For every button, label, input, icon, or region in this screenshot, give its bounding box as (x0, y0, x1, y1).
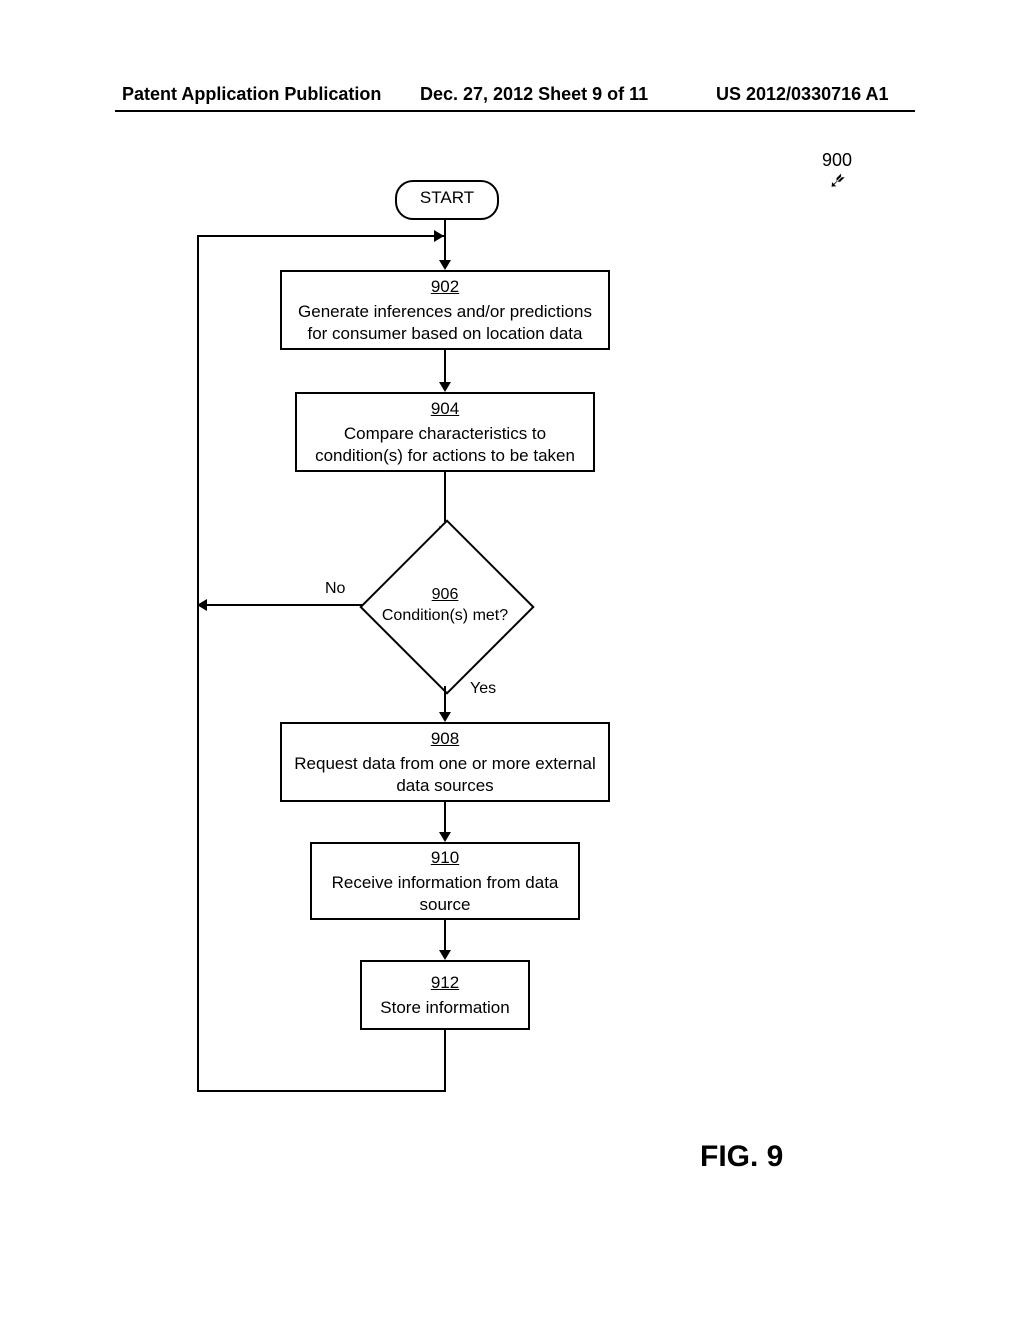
patent-figure-page: Patent Application Publication Dec. 27, … (0, 0, 1024, 1320)
header-publication: Patent Application Publication (122, 84, 381, 105)
step-text: Condition(s) met? (382, 606, 508, 625)
decision-label-no: No (325, 580, 345, 598)
connector (444, 218, 446, 262)
step-text: Store information (380, 997, 509, 1018)
flow-step-908: 908 Request data from one or more extern… (280, 722, 610, 802)
arrow-down-icon (439, 382, 451, 392)
header-date-sheet: Dec. 27, 2012 Sheet 9 of 11 (420, 84, 648, 105)
figure-label: FIG. 9 (700, 1140, 783, 1174)
header-rule (115, 110, 915, 112)
flow-step-902: 902 Generate inferences and/or predictio… (280, 270, 610, 350)
connector (197, 1090, 446, 1092)
decision-label-yes: Yes (470, 680, 496, 698)
connector (444, 686, 446, 714)
arrow-down-icon (439, 260, 451, 270)
step-number: 910 (431, 847, 459, 868)
arrow-down-icon (439, 950, 451, 960)
step-text: Generate inferences and/or predictions f… (288, 301, 602, 344)
flow-step-912: 912 Store information (360, 960, 530, 1030)
connector (197, 604, 199, 1092)
connector (197, 235, 199, 604)
flow-step-910: 910 Receive information from data source (310, 842, 580, 920)
connector (444, 920, 446, 952)
connector (197, 235, 444, 237)
connector (197, 604, 363, 606)
connector (444, 802, 446, 834)
connector (444, 1030, 446, 1090)
flow-decision-906: 906 Condition(s) met? (360, 520, 530, 690)
step-number: 908 (431, 728, 459, 749)
arrow-right-icon (434, 230, 444, 242)
step-text: Request data from one or more external d… (288, 753, 602, 796)
step-number: 912 (431, 972, 459, 993)
flow-start-terminal: START (395, 180, 499, 220)
step-number: 904 (431, 398, 459, 419)
step-text: Compare characteristics to condition(s) … (303, 423, 587, 466)
step-number: 902 (431, 276, 459, 297)
connector (444, 350, 446, 384)
step-text: Receive information from data source (318, 872, 572, 915)
decision-text: 906 Condition(s) met? (360, 520, 530, 690)
step-number: 906 (432, 585, 459, 604)
arrow-down-icon (439, 832, 451, 842)
header-pub-number: US 2012/0330716 A1 (716, 84, 888, 105)
figure-reference-mark-icon: ➴ (828, 168, 846, 194)
arrow-down-icon (439, 712, 451, 722)
flow-step-904: 904 Compare characteristics to condition… (295, 392, 595, 472)
